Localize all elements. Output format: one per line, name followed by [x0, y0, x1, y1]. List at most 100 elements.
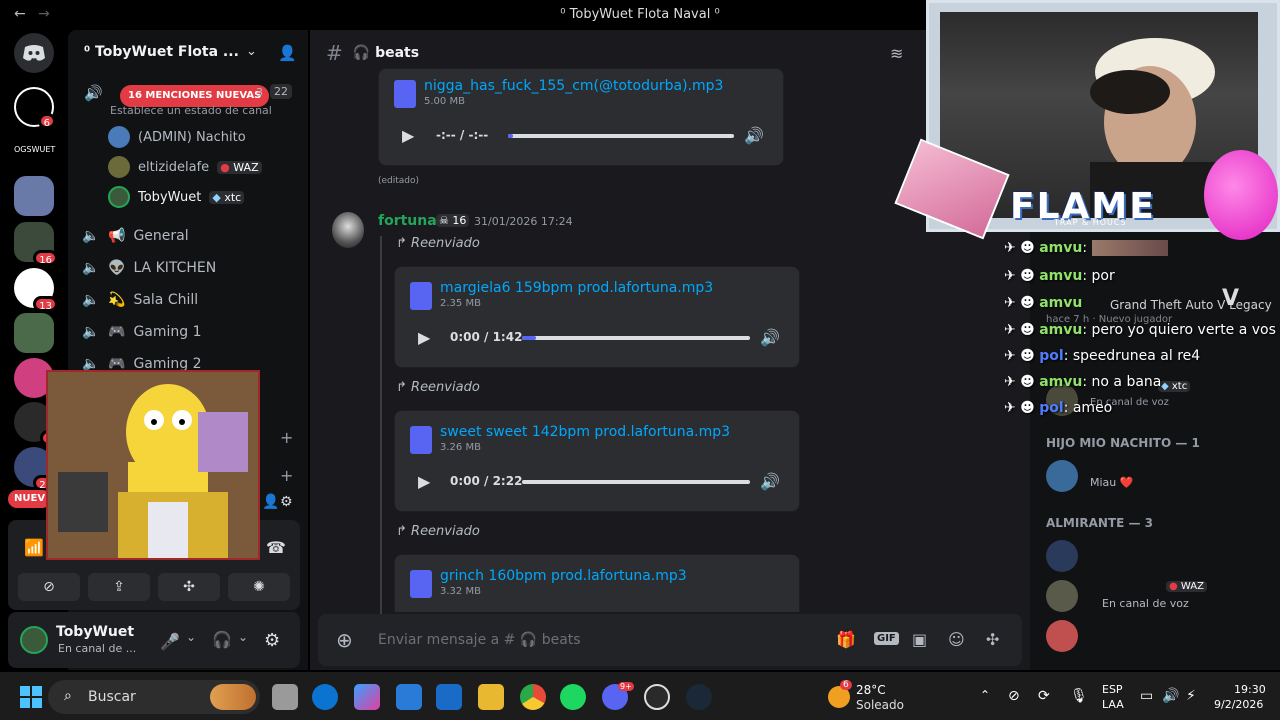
add-channel-icon[interactable]: + — [280, 428, 293, 447]
new-servers-pill[interactable]: NUEV — [8, 490, 52, 508]
emote-image — [1091, 240, 1168, 256]
edge-icon[interactable] — [312, 684, 338, 710]
outlook-icon[interactable] — [436, 684, 462, 710]
file-link[interactable]: nigga_has_fuck_155_cm(@totodurba).mp3 — [424, 78, 723, 94]
chevron-down-icon[interactable]: ⌄ — [238, 630, 248, 644]
spotify-icon[interactable] — [560, 684, 586, 710]
audio-seek-bar[interactable] — [522, 480, 750, 484]
edited-label: (editado) — [378, 176, 420, 186]
server-icon[interactable]: 6 — [14, 87, 56, 129]
signal-icon[interactable]: 📶 — [24, 538, 44, 557]
store-icon[interactable] — [396, 684, 422, 710]
apps-icon[interactable]: ✣ — [986, 630, 999, 649]
voice-channel-general[interactable]: 🔈 📢 General — [82, 222, 188, 250]
voice-limit: 22 — [270, 84, 292, 99]
search-icon: ⌕ — [64, 688, 72, 704]
camera-off-button[interactable]: ⊘ — [18, 573, 80, 601]
voice-channel-chill[interactable]: 🔈 💫 Sala Chill — [82, 286, 198, 314]
voice-channel-kitchen[interactable]: 🔈 👽 LA KITCHEN — [82, 254, 216, 282]
activities-button[interactable]: ✣ — [158, 573, 220, 601]
stream-chat-line: ✈ ☻ amvu: pero yo quiero verte a vos — [1004, 322, 1276, 338]
chevron-down-icon[interactable]: ⌄ — [246, 44, 257, 59]
steam-icon[interactable] — [686, 684, 712, 710]
volume-icon[interactable]: 🔊 — [760, 328, 780, 347]
file-explorer-icon[interactable] — [478, 684, 504, 710]
chrome-icon[interactable] — [520, 684, 546, 710]
obs-icon[interactable] — [644, 684, 670, 710]
avatar[interactable] — [332, 212, 364, 248]
add-attachment-icon[interactable]: ⊕ — [336, 628, 353, 652]
soundboard-button[interactable]: ✺ — [228, 573, 290, 601]
language-code[interactable]: ESP — [1102, 683, 1123, 696]
avatar[interactable] — [20, 626, 48, 654]
gift-icon[interactable]: 🎁 — [836, 630, 856, 649]
server-name[interactable]: ⁰ TobyWuet Flota ... — [84, 44, 239, 60]
language-layout[interactable]: LAA — [1102, 698, 1124, 711]
screen-share-button[interactable]: ⇪ — [88, 573, 150, 601]
play-icon[interactable]: ▶ — [402, 126, 414, 145]
play-icon[interactable]: ▶ — [418, 472, 430, 491]
mute-icon[interactable]: ⊘ — [1008, 688, 1020, 704]
user-name[interactable]: TobyWuet — [56, 624, 134, 640]
clock-date[interactable]: 9/2/2026 — [1214, 698, 1263, 711]
server-icon[interactable]: 16 — [14, 222, 58, 266]
message-timestamp: 31/01/2026 17:24 — [474, 215, 573, 228]
file-link[interactable]: sweet sweet 142bpm prod.lafortuna.mp3 — [440, 424, 730, 440]
channel-status-hint[interactable]: Establece un estado de canal — [110, 104, 272, 117]
voice-channel-gaming-1[interactable]: 🔈 🎮 Gaming 1 — [82, 318, 201, 346]
hash-icon: # — [326, 41, 343, 65]
avatar[interactable] — [1046, 540, 1078, 572]
avatar — [108, 156, 130, 178]
server-icon[interactable]: OGSWUET — [14, 130, 55, 170]
windows-start-icon[interactable] — [20, 686, 42, 708]
emoji-icon[interactable]: ☺ — [948, 630, 965, 649]
task-view-icon[interactable] — [272, 684, 298, 710]
headphones-icon[interactable]: 🎧 — [212, 630, 232, 649]
volume-icon[interactable]: 🔊 — [744, 126, 764, 145]
volume-icon[interactable]: 🔊 — [760, 472, 780, 491]
gif-icon[interactable]: GIF — [874, 632, 899, 645]
discord-home-icon[interactable] — [14, 33, 54, 73]
voice-member[interactable]: (ADMIN) Nachito — [108, 126, 246, 148]
battery-icon[interactable]: ⚡ — [1186, 688, 1196, 704]
server-icon[interactable] — [14, 176, 54, 216]
copilot-icon[interactable] — [354, 684, 380, 710]
sticker-icon[interactable]: ▣ — [912, 630, 927, 649]
invite-icon[interactable]: 👤 — [262, 494, 279, 510]
file-link[interactable]: margiela6 159bpm prod.lafortuna.mp3 — [440, 280, 713, 296]
audio-seek-bar[interactable] — [508, 134, 734, 138]
add-channel-icon[interactable]: + — [280, 466, 293, 485]
weather-badge: 6 — [840, 680, 852, 690]
avatar[interactable] — [1046, 620, 1078, 652]
message-author[interactable]: fortuna — [378, 213, 437, 229]
gear-icon[interactable]: ⚙ — [264, 630, 280, 651]
message-input[interactable]: Enviar mensaje a # 🎧 beats — [378, 632, 581, 648]
clock-time[interactable]: 19:30 — [1234, 683, 1266, 696]
avatar[interactable] — [1046, 580, 1078, 612]
user-status: En canal de ... — [58, 642, 137, 655]
threads-icon[interactable]: ≋ — [890, 44, 903, 63]
audio-seek-bar[interactable] — [522, 336, 750, 340]
chevron-up-icon[interactable]: ⌃ — [980, 688, 990, 702]
stream-overlay-image — [46, 370, 260, 560]
add-member-icon[interactable]: 👤 — [278, 44, 297, 62]
file-size: 3.26 MB — [440, 442, 481, 453]
network-icon[interactable]: ▭ — [1140, 688, 1153, 704]
microphone-icon[interactable]: 🎙 — [1070, 688, 1088, 704]
gear-icon[interactable]: ⚙ — [280, 494, 293, 510]
avatar[interactable] — [1046, 460, 1078, 492]
sync-icon[interactable]: ⟳ — [1038, 688, 1050, 704]
server-icon[interactable] — [14, 313, 54, 353]
volume-icon[interactable]: 🔊 — [1162, 688, 1179, 704]
forward-bar — [380, 236, 382, 616]
file-link[interactable]: grinch 160bpm prod.lafortuna.mp3 — [440, 568, 687, 584]
disconnect-icon[interactable]: ☎ — [266, 538, 286, 557]
voice-member[interactable]: eltizidelafe ● WAZ — [108, 156, 262, 178]
weather-desc: Soleado — [856, 698, 904, 712]
server-icon[interactable]: 13 — [14, 268, 58, 312]
play-icon[interactable]: ▶ — [418, 328, 430, 347]
voice-member[interactable]: TobyWuet ◆ xtc — [108, 186, 245, 208]
microphone-icon[interactable]: 🎤 — [160, 632, 180, 651]
member-tag: ● WAZ — [1166, 581, 1207, 592]
chevron-down-icon[interactable]: ⌄ — [186, 630, 196, 644]
